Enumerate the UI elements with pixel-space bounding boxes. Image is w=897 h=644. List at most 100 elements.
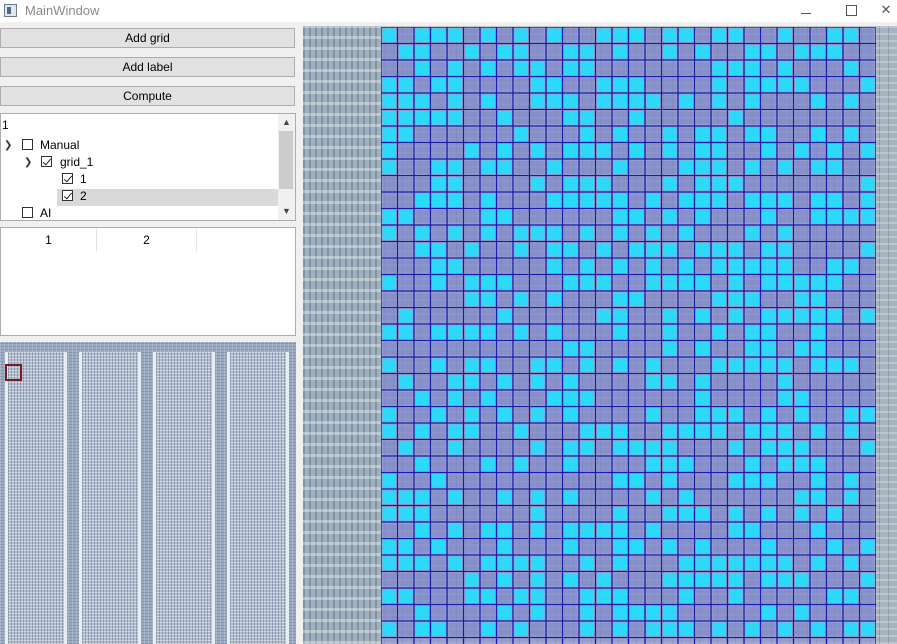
tree-item-grid[interactable]: ❯ grid_1 [1,154,279,171]
scroll-down-icon[interactable]: ▼ [278,203,295,220]
grid-cell [382,358,396,372]
grid-svg[interactable] [381,27,876,644]
grid-cell [778,540,792,554]
grid-cell [795,28,809,42]
grid-cell [778,45,792,59]
grid-cell [712,408,726,422]
grid-cell [828,177,842,191]
grid-cell [679,309,693,323]
grid-cell [696,375,710,389]
grid-cell [729,226,743,240]
chevron-down-icon[interactable]: ❯ [4,137,14,154]
grid-cell [580,45,594,59]
grid-cell [630,78,644,92]
grid-cell [679,342,693,356]
grid-cell [729,45,743,59]
grid-cell [498,589,512,603]
grid-cell [811,127,825,141]
grid-cell [630,276,644,290]
grid-cell [498,391,512,405]
grid-cell [481,127,495,141]
grid-cell [663,556,677,570]
grid-cell [498,226,512,240]
grid-cell [382,441,396,455]
grid-cell [382,424,396,438]
grid-cell [745,622,759,636]
grid-cell [729,375,743,389]
grid-cell [399,243,413,257]
grid-cell [663,193,677,207]
grid-cell [630,490,644,504]
grid-cell [481,243,495,257]
grid-cell [415,226,429,240]
scroll-up-icon[interactable]: ▲ [278,114,295,131]
grid-cell [514,441,528,455]
grid-cell [597,507,611,521]
grid-cell [514,111,528,125]
grid-cell [465,309,479,323]
ai-checkbox[interactable] [22,207,33,218]
grid-cell [745,94,759,108]
grid-cell [745,292,759,306]
tree-item-cell-2[interactable]: 2 [1,188,279,205]
grid-cell [465,375,479,389]
grid-cell [597,540,611,554]
minimize-button[interactable] [786,0,826,22]
grid-cell [729,94,743,108]
grid-cell [531,391,545,405]
grid-cell [729,358,743,372]
grid-cell [580,94,594,108]
manual-checkbox[interactable] [22,139,33,150]
grid-cell [580,325,594,339]
grid-cell [646,622,660,636]
cell-1-checkbox[interactable] [62,173,73,184]
cell-2-checkbox[interactable] [62,190,73,201]
tree-scrollbar[interactable]: ▲ ▼ [278,114,295,220]
grid-cell [432,523,446,537]
grid-cell [448,177,462,191]
grid-cell [580,622,594,636]
grid-cell [498,507,512,521]
results-table[interactable]: 1 2 [0,227,296,336]
scroll-thumb[interactable] [279,131,293,189]
tree-item-label: 2 [80,189,87,203]
grid-cell [547,606,561,620]
grid-cell [762,622,776,636]
close-button[interactable]: ✕ [875,0,897,22]
grid-cell [564,94,578,108]
maximize-button[interactable] [831,0,871,22]
tree-item-manual[interactable]: ❯ Manual [1,137,279,154]
grid-cell [679,325,693,339]
tree-item-cell-1[interactable]: 1 [1,171,279,188]
grid-cell [861,408,875,422]
add-label-button[interactable]: Add label [0,57,295,77]
grid-overlay[interactable] [381,27,876,644]
grid-cell [630,556,644,570]
grid-cell [580,424,594,438]
column-header-2[interactable]: 2 [97,229,197,251]
chevron-down-icon[interactable]: ❯ [24,154,34,171]
grid-cell [663,375,677,389]
grid-cell [564,127,578,141]
grid-cell [844,457,858,471]
minimize-icon [801,13,811,14]
grid-cell [762,259,776,273]
grid-cell [778,309,792,323]
grid-cell [597,61,611,75]
grid-checkbox[interactable] [41,156,52,167]
grid-cell [828,226,842,240]
grid-cell [844,507,858,521]
grid-cell [465,342,479,356]
compute-button[interactable]: Compute [0,86,295,106]
grid-cell [679,292,693,306]
main-image-view[interactable] [303,26,897,644]
grid-cell [745,160,759,174]
grid-cell [531,573,545,587]
label-tree[interactable]: 1 ❯ Manual ❯ grid_1 1 2 AI ▲ ▼ [0,113,296,221]
add-grid-button[interactable]: Add grid [0,28,295,48]
overview-image[interactable] [0,342,296,644]
roi-box[interactable] [5,364,22,381]
column-header-1[interactable]: 1 [1,229,97,251]
tree-item-ai[interactable]: AI [1,205,279,220]
grid-cell [646,490,660,504]
